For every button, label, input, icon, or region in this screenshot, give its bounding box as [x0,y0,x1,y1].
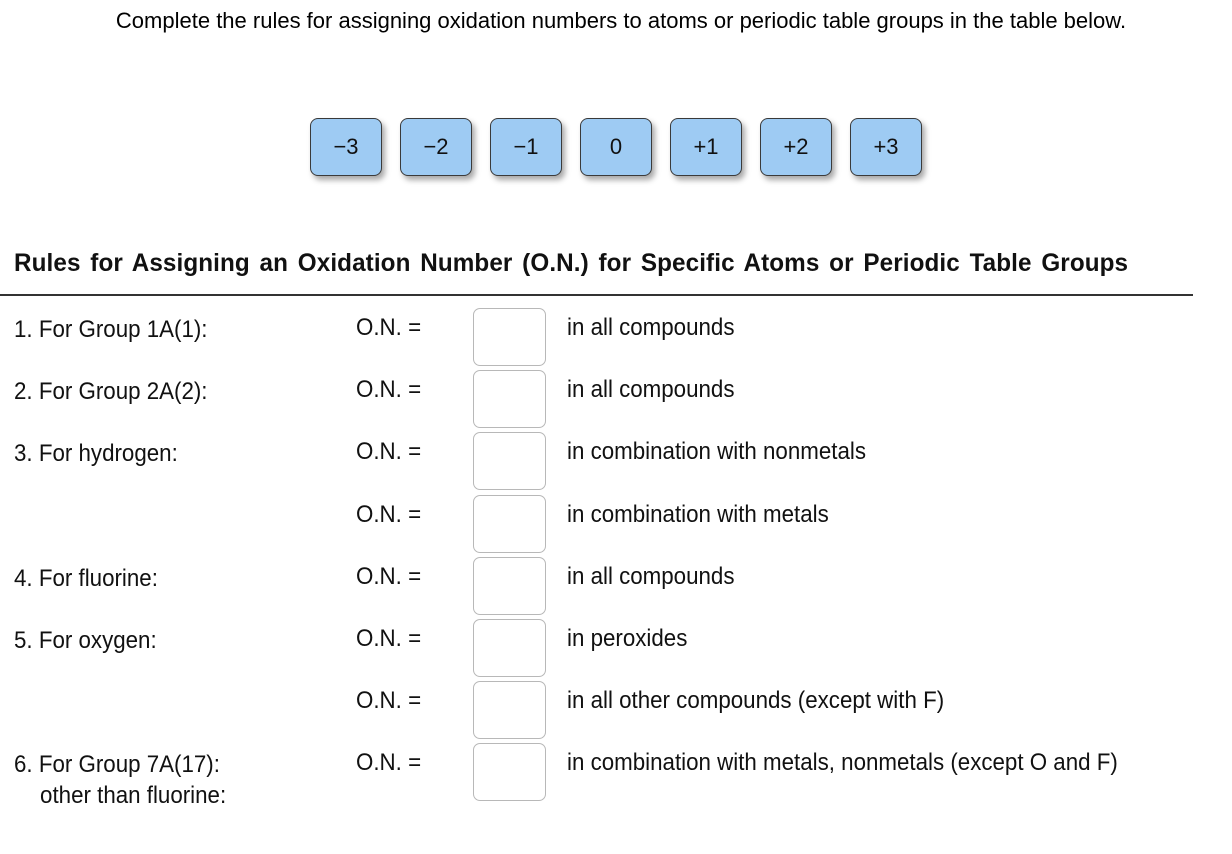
condition-text: in all compounds [567,314,735,341]
rule-label: 3. For hydrogen: [14,440,178,467]
on-label: O.N. = [356,438,422,465]
on-label: O.N. = [356,314,422,341]
rule-label-line1: 6. For Group 7A(17): [14,751,220,778]
condition-text: in peroxides [567,625,688,652]
rule-label-line2: other than fluorine: [40,782,227,809]
answer-drop-target[interactable] [473,432,546,490]
rule-row-group-1a: 1. For Group 1A(1): O.N. = in all compou… [0,308,1232,368]
rule-label: 4. For fluorine: [14,565,158,592]
tile-zero[interactable]: 0 [580,118,652,176]
answer-drop-target[interactable] [473,495,546,553]
condition-text: in combination with metals [567,501,829,528]
instruction-text: Complete the rules for assigning oxidati… [115,8,1127,33]
on-label: O.N. = [356,687,422,714]
on-label: O.N. = [356,501,422,528]
on-label: O.N. = [356,376,422,403]
rule-label: 2. For Group 2A(2): [14,378,208,405]
rule-label: 5. For oxygen: [14,627,157,654]
tile-minus-3[interactable]: −3 [310,118,382,176]
answer-tile-bank: −3 −2 −1 0 +1 +2 +3 [310,118,922,176]
answer-drop-target[interactable] [473,743,546,801]
answer-drop-target[interactable] [473,681,546,739]
answer-drop-target[interactable] [473,619,546,677]
tile-minus-2[interactable]: −2 [400,118,472,176]
on-label: O.N. = [356,625,422,652]
tile-minus-1[interactable]: −1 [490,118,562,176]
answer-drop-target[interactable] [473,370,546,428]
rule-label: 1. For Group 1A(1): [14,316,208,343]
answer-drop-target[interactable] [473,308,546,366]
condition-text: in combination with nonmetals [567,438,867,465]
rule-row-fluorine: 4. For fluorine: O.N. = in all compounds [0,557,1232,617]
condition-text: in all other compounds (except with F) [567,687,945,714]
rule-row-hydrogen-metals: O.N. = in combination with metals [0,495,1232,555]
rule-row-group-2a: 2. For Group 2A(2): O.N. = in all compou… [0,370,1232,430]
table-title: Rules for Assigning an Oxidation Number … [14,249,1129,277]
rule-row-oxygen-peroxides: 5. For oxygen: O.N. = in peroxides [0,619,1232,679]
condition-text: in all compounds [567,563,735,590]
tile-plus-1[interactable]: +1 [670,118,742,176]
rule-row-oxygen-other: O.N. = in all other compounds (except wi… [0,681,1232,741]
answer-drop-target[interactable] [473,557,546,615]
title-divider [0,294,1193,296]
rule-label: 6. For Group 7A(17): other than fluorine… [14,749,226,811]
tile-plus-2[interactable]: +2 [760,118,832,176]
rule-row-group-7a: 6. For Group 7A(17): other than fluorine… [0,743,1232,818]
on-label: O.N. = [356,563,422,590]
tile-plus-3[interactable]: +3 [850,118,922,176]
condition-text: in all compounds [567,376,735,403]
condition-text: in combination with metals, nonmetals (e… [567,749,1118,776]
rule-row-hydrogen-nonmetals: 3. For hydrogen: O.N. = in combination w… [0,432,1232,492]
on-label: O.N. = [356,749,422,776]
